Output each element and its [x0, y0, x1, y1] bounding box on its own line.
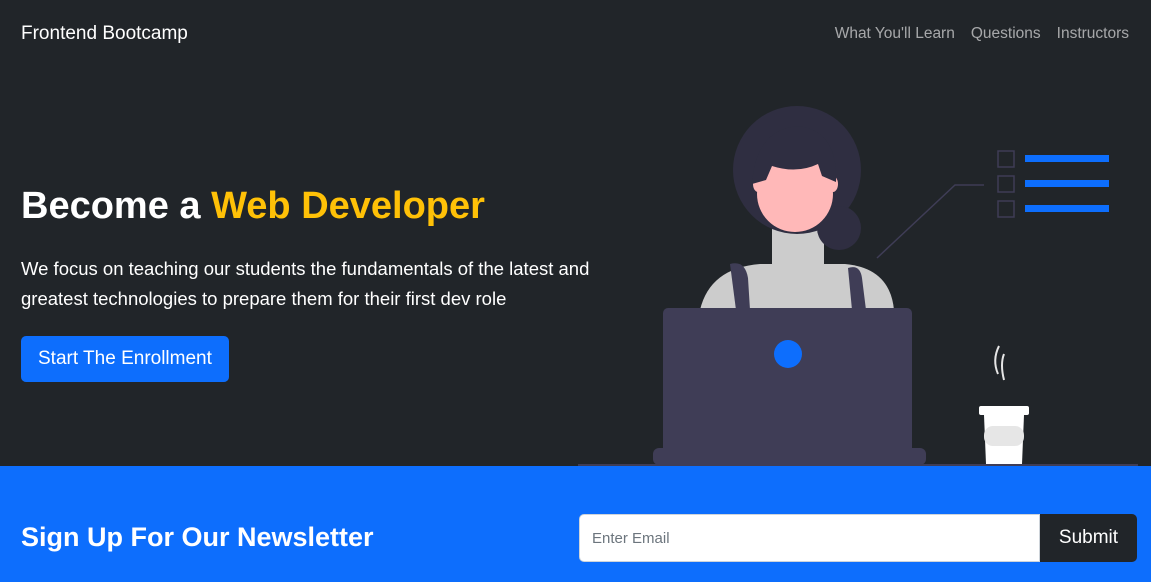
navbar: Frontend Bootcamp What You'll Learn Ques… — [0, 0, 1151, 68]
email-input[interactable] — [579, 514, 1040, 562]
developer-illustration — [578, 106, 1138, 466]
hero-lead: We focus on teaching our students the fu… — [21, 257, 590, 309]
laptop-logo-icon — [774, 340, 802, 368]
laptop-base — [653, 448, 926, 465]
nav-link-instructors[interactable]: Instructors — [1057, 25, 1129, 43]
list-line-icon — [1025, 205, 1109, 212]
submit-button[interactable]: Submit — [1040, 514, 1137, 562]
hero-text: Become a Web Developer We focus on teach… — [21, 185, 601, 382]
newsletter-title: Sign Up For Our Newsletter — [21, 522, 374, 552]
thought-pointer-line — [876, 184, 984, 259]
cup-sleeve — [984, 426, 1024, 446]
hero-title: Become a Web Developer — [21, 185, 601, 228]
cup-lid — [979, 406, 1029, 415]
nav-links: What You'll Learn Questions Instructors — [835, 25, 1129, 43]
laptop-screen — [663, 308, 912, 456]
start-enrollment-button[interactable]: Start The Enrollment — [21, 335, 229, 382]
brand-link[interactable]: Frontend Bootcamp — [21, 23, 188, 45]
hero-section: Become a Web Developer We focus on teach… — [0, 68, 1151, 466]
checkbox-icon — [997, 175, 1015, 193]
checkbox-icon — [997, 150, 1015, 168]
newsletter-form: Submit — [579, 514, 1137, 562]
list-line-icon — [1025, 180, 1109, 187]
person-neck — [772, 228, 824, 268]
hero-title-prefix: Become a — [21, 185, 201, 227]
nav-link-questions[interactable]: Questions — [971, 25, 1041, 43]
list-line-icon — [1025, 155, 1109, 162]
hero-title-accent: Web Developer — [211, 185, 485, 227]
checkbox-icon — [997, 200, 1015, 218]
newsletter-section: Sign Up For Our Newsletter Submit — [0, 466, 1151, 582]
nav-link-what-youll-learn[interactable]: What You'll Learn — [835, 25, 955, 43]
steam-icon — [994, 345, 1005, 381]
